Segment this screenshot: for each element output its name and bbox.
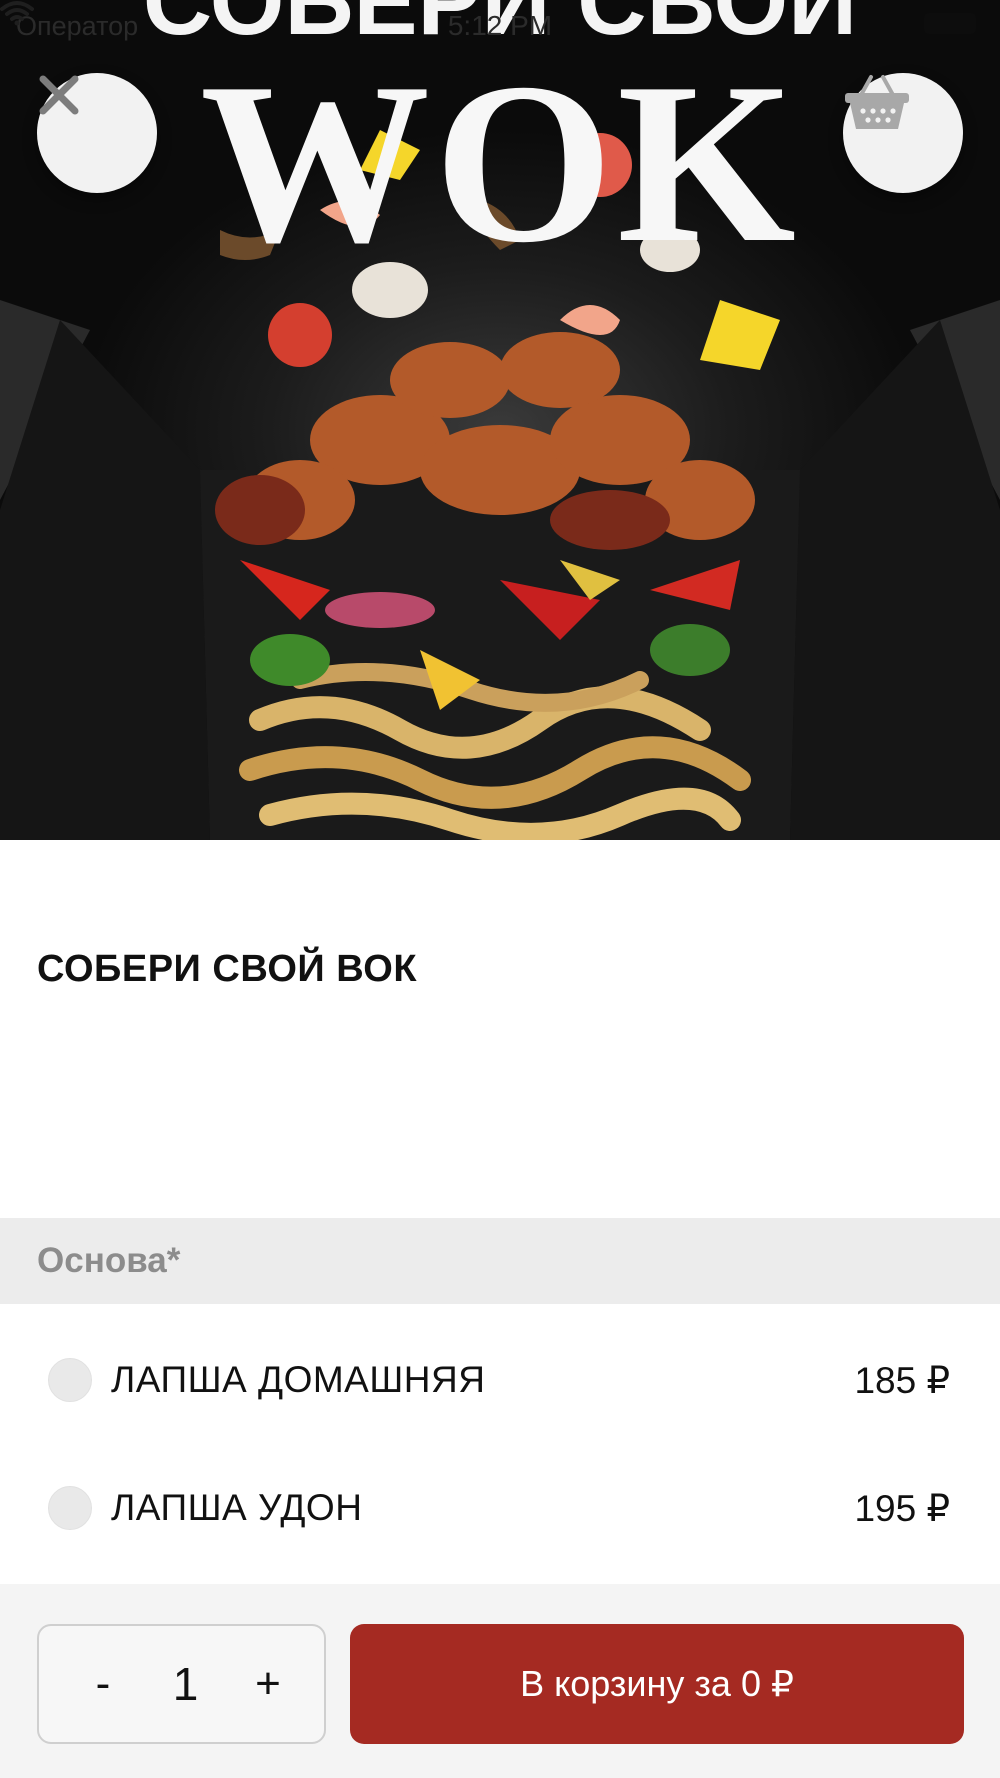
status-bar: Оператор 5:12 PM [0, 0, 1000, 52]
hero-text-main: WOK [200, 35, 800, 290]
quantity-value: 1 [172, 1658, 199, 1710]
quantity-stepper: - 1 + [37, 1624, 326, 1744]
radio-button[interactable] [48, 1358, 92, 1402]
battery-icon [924, 13, 976, 34]
bottom-action-bar: - 1 + В корзину за 0 ₽ [0, 1584, 1000, 1778]
option-price: 185 ₽ [854, 1359, 950, 1401]
quantity-decrease-button[interactable]: - [83, 1659, 123, 1709]
option-row-noodle-home[interactable]: ЛАПША ДОМАШНЯЯ 185 ₽ [0, 1330, 1000, 1430]
section-title: Основа* [37, 1241, 181, 1280]
add-to-cart-button[interactable]: В корзину за 0 ₽ [350, 1624, 964, 1744]
section-header-base: Основа* [0, 1218, 1000, 1304]
close-button[interactable] [37, 73, 157, 193]
product-hero-image: СОБЕРИ СВОЙ WOK Оператор 5:12 PM [0, 0, 1000, 840]
status-time: 5:12 PM [447, 10, 553, 41]
quantity-increase-button[interactable]: + [248, 1659, 288, 1709]
option-name: ЛАПША УДОН [111, 1487, 363, 1528]
cart-button[interactable] [843, 73, 963, 193]
option-name: ЛАПША ДОМАШНЯЯ [111, 1359, 486, 1400]
product-title: СОБЕРИ СВОЙ ВОК [37, 948, 418, 990]
option-row-noodle-udon[interactable]: ЛАПША УДОН 195 ₽ [0, 1458, 1000, 1558]
option-price: 195 ₽ [854, 1487, 950, 1529]
radio-button[interactable] [48, 1486, 92, 1530]
